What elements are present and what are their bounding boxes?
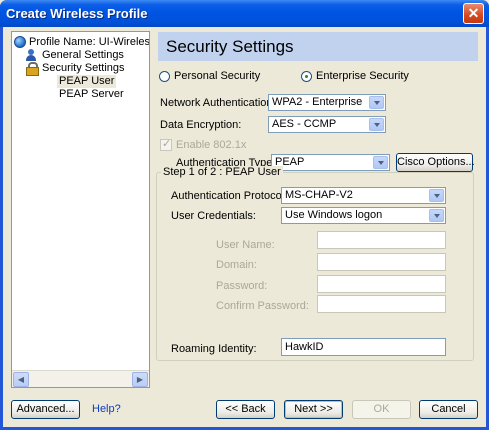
chevron-down-icon[interactable] [369, 118, 384, 131]
chevron-down-icon[interactable] [369, 96, 384, 109]
dialog-window: Create Wireless Profile ✕ Profile Name: … [0, 0, 489, 430]
password-field[interactable] [317, 275, 446, 293]
auth-protocol-label: Authentication Protocol: [171, 190, 288, 202]
tree-item-peap-server[interactable]: PEAP Server [59, 88, 124, 101]
data-encryption-value: AES - CCMP [272, 118, 337, 130]
tree-item-security-settings[interactable]: Security Settings [42, 62, 125, 75]
enable-8021x-checkbox[interactable] [160, 137, 172, 151]
tree-item-profile-name[interactable]: Profile Name: UI-Wireless-WPA [29, 36, 149, 49]
user-name-field[interactable] [317, 231, 446, 249]
confirm-password-field[interactable] [317, 295, 446, 313]
close-icon: ✕ [467, 5, 480, 21]
auth-type-select[interactable]: PEAP [271, 154, 390, 171]
settings-tree: Profile Name: UI-Wireless-WPA General Se… [11, 31, 150, 388]
enterprise-security-label[interactable]: Enterprise Security [316, 70, 409, 82]
group-legend: Step 1 of 2 : PEAP User [161, 166, 283, 178]
user-credentials-select[interactable]: Use Windows logon [281, 207, 446, 224]
chevron-down-icon[interactable] [429, 209, 444, 222]
scroll-left-icon[interactable]: ◀ [13, 372, 29, 387]
cisco-options-button[interactable]: Cisco Options... [396, 153, 475, 172]
auth-protocol-value: MS-CHAP-V2 [285, 189, 353, 201]
personal-security-radio[interactable] [159, 71, 170, 82]
tree-item-general-settings[interactable]: General Settings [42, 49, 124, 62]
close-button[interactable]: ✕ [463, 3, 484, 24]
lock-icon [26, 62, 39, 76]
ok-button[interactable]: OK [352, 400, 411, 419]
network-auth-label: Network Authentication: [160, 97, 276, 109]
chevron-down-icon[interactable] [429, 189, 444, 202]
tree-item-peap-user[interactable]: PEAP User [57, 75, 117, 88]
cancel-button[interactable]: Cancel [419, 400, 478, 419]
domain-field[interactable] [317, 253, 446, 271]
network-auth-value: WPA2 - Enterprise [272, 96, 363, 108]
user-credentials-value: Use Windows logon [285, 209, 383, 221]
back-button[interactable]: << Back [216, 400, 275, 419]
user-name-label: User Name: [216, 239, 275, 251]
network-auth-select[interactable]: WPA2 - Enterprise [268, 94, 386, 111]
tree-horizontal-scrollbar[interactable]: ◀ ▶ [12, 370, 149, 387]
users-icon [26, 49, 38, 61]
confirm-password-label: Confirm Password: [216, 300, 309, 312]
scroll-right-icon[interactable]: ▶ [132, 372, 148, 387]
page-title: Security Settings [166, 37, 294, 56]
enterprise-security-radio[interactable] [301, 71, 312, 82]
data-encryption-label: Data Encryption: [160, 119, 242, 131]
roaming-identity-label: Roaming Identity: [171, 343, 257, 355]
chevron-down-icon[interactable] [373, 156, 388, 169]
domain-label: Domain: [216, 259, 257, 271]
roaming-identity-field[interactable]: HawkID [281, 338, 446, 356]
personal-security-label[interactable]: Personal Security [174, 70, 260, 82]
user-credentials-label: User Credentials: [171, 210, 256, 222]
auth-protocol-select[interactable]: MS-CHAP-V2 [281, 187, 446, 204]
enable-8021x-label: Enable 802.1x [176, 139, 247, 151]
title-bar[interactable]: Create Wireless Profile ✕ [0, 0, 489, 27]
globe-icon [14, 36, 26, 48]
data-encryption-select[interactable]: AES - CCMP [268, 116, 386, 133]
dialog-body: Profile Name: UI-Wireless-WPA General Se… [3, 27, 486, 427]
section-header: Security Settings [158, 32, 478, 61]
password-label: Password: [216, 280, 268, 292]
help-link[interactable]: Help? [92, 403, 121, 415]
advanced-button[interactable]: Advanced... [11, 400, 80, 419]
window-title: Create Wireless Profile [6, 6, 148, 21]
next-button[interactable]: Next >> [284, 400, 343, 419]
